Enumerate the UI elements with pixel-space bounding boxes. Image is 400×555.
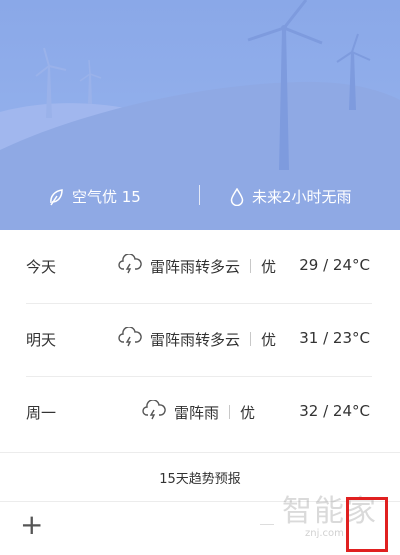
leaf-icon xyxy=(48,188,64,206)
drop-icon xyxy=(230,187,244,206)
temperature-range: 32 / 24°C xyxy=(299,402,370,420)
temperature-range: 29 / 24°C xyxy=(299,256,370,274)
air-quality-text: 优 xyxy=(261,257,277,276)
hero-divider xyxy=(199,185,200,205)
trend-forecast-label: 15天趋势预报 xyxy=(159,471,241,487)
forecast-condition: 雷阵雨转多云 优 xyxy=(118,253,277,278)
hero-info-bar: 空气优 15 未来2小时无雨 xyxy=(0,168,400,224)
condition-text: 雷阵雨转多云 xyxy=(150,330,241,349)
forecast-row[interactable]: 今天 雷阵雨转多云 优 29 / 24°C xyxy=(0,230,400,303)
air-quality[interactable]: 空气优 15 xyxy=(48,186,141,207)
add-city-button[interactable]: + xyxy=(20,511,43,539)
condition-text: 雷阵雨转多云 xyxy=(150,257,241,276)
temperature-range: 31 / 23°C xyxy=(299,329,370,347)
thunderstorm-icon xyxy=(142,399,166,424)
divider xyxy=(260,524,274,525)
forecast-day: 周一 xyxy=(26,404,57,422)
weather-page: 空气优 15 未来2小时无雨 今天 雷阵雨转多云 优 29 / 24°C 明天 … xyxy=(0,0,400,555)
forecast-row[interactable]: 周一 雷阵雨 优 32 / 24°C xyxy=(0,376,400,449)
small-turbine xyxy=(79,59,102,104)
weather-hero: 空气优 15 未来2小时无雨 xyxy=(0,0,400,230)
watermark-url: znj.com xyxy=(305,528,344,539)
forecast-row[interactable]: 明天 雷阵雨转多云 优 31 / 23°C xyxy=(0,303,400,376)
thunderstorm-icon xyxy=(118,253,142,278)
condition-text: 雷阵雨 xyxy=(174,403,220,422)
separator xyxy=(250,259,252,273)
air-quality-label: 空气优 15 xyxy=(72,188,141,206)
forecast-day: 今天 xyxy=(26,258,57,276)
forecast-list: 今天 雷阵雨转多云 优 29 / 24°C 明天 雷阵雨转多云 优 31 / 2… xyxy=(0,230,400,449)
rain-forecast[interactable]: 未来2小时无雨 xyxy=(230,186,352,207)
highlight-box xyxy=(346,497,388,552)
air-quality-text: 优 xyxy=(261,330,277,349)
separator xyxy=(250,332,252,346)
forecast-condition: 雷阵雨转多云 优 xyxy=(118,326,277,351)
forecast-day: 明天 xyxy=(26,331,57,349)
air-quality-text: 优 xyxy=(240,403,256,422)
rain-forecast-label: 未来2小时无雨 xyxy=(252,188,352,206)
thunderstorm-icon xyxy=(118,326,142,351)
separator xyxy=(229,405,231,419)
forecast-condition: 雷阵雨 优 xyxy=(142,399,256,424)
